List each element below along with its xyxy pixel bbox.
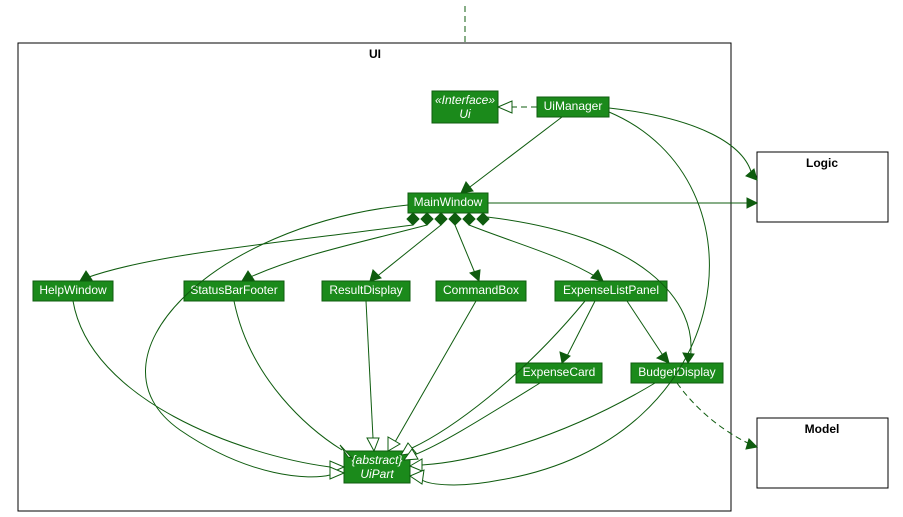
node-ui-interface: «Interface» Ui [432,91,498,123]
uipart-name: UiPart [360,467,394,481]
expenselistpanel-label: ExpenseListPanel [563,283,659,297]
ui-stereo: «Interface» [435,93,495,107]
package-model-label: Model [805,422,840,436]
uipart-stereo: {abstract} [352,453,403,467]
ui-name: Ui [459,107,471,121]
node-mainwindow: MainWindow [408,193,488,213]
node-expenselistpanel: ExpenseListPanel [555,281,667,301]
mainwindow-label: MainWindow [414,195,483,209]
node-resultdisplay: ResultDisplay [322,281,410,301]
uml-diagram: UI Logic Model «Interface» Ui UiManager … [0,0,903,517]
uimanager-label: UiManager [544,99,603,113]
helpwindow-label: HelpWindow [39,283,107,297]
package-ui-label: UI [369,47,381,61]
commandbox-label: CommandBox [443,283,519,297]
node-commandbox: CommandBox [436,281,526,301]
node-helpwindow: HelpWindow [33,281,113,301]
package-logic-label: Logic [806,156,838,170]
budgetdisplay-label: BudgetDisplay [638,365,715,379]
statusbarfooter-label: StatusBarFooter [190,283,277,297]
node-uimanager: UiManager [537,97,609,117]
node-uipart: {abstract} UiPart [344,451,410,483]
resultdisplay-label: ResultDisplay [329,283,402,297]
node-expensecard: ExpenseCard [516,363,602,383]
expensecard-label: ExpenseCard [523,365,596,379]
